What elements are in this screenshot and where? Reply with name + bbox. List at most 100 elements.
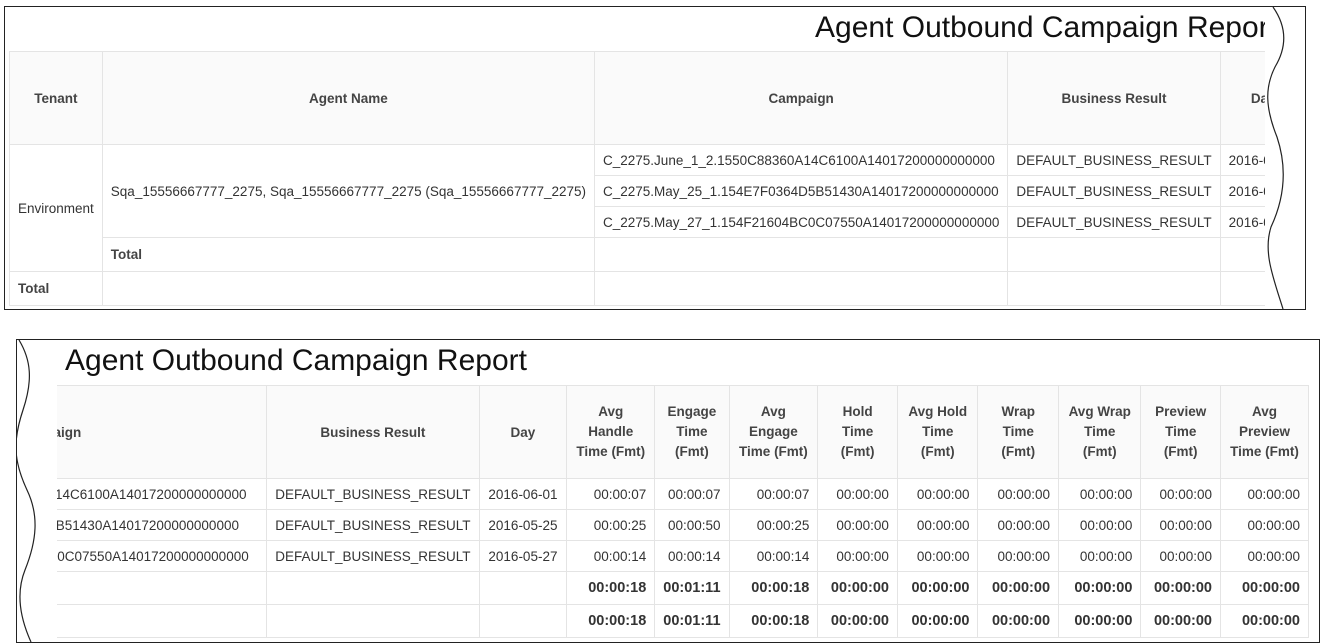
empty-cell <box>266 571 480 605</box>
report-panel-bottom: Agent Outbound Campaign Report Campaign … <box>16 339 1320 643</box>
hold-time-total-cell: 00:00:00 <box>817 571 898 605</box>
avg-handle-time-cell: 00:00:14 <box>566 540 656 572</box>
avg-hold-time-total-cell: 00:00:00 <box>896 571 979 605</box>
table-row: 3360A14C6100A14017200000000000 DEFAULT_BU… <box>17 478 1309 510</box>
engage-time-cell: 00:00:50 <box>654 509 730 541</box>
day-cell: 2016-05-27 <box>478 540 568 572</box>
empty-cell <box>266 604 480 638</box>
avg-engage-time-cell: 00:00:25 <box>728 509 819 541</box>
column-header-engage-time[interactable]: Engage Time (Fmt) <box>654 385 730 479</box>
avg-engage-time-total-cell: 00:00:18 <box>728 604 819 638</box>
avg-hold-time-total-cell: 00:00:00 <box>896 604 979 638</box>
table-row: Environment Sqa_15556667777_2275, Sqa_15… <box>9 144 1305 272</box>
column-header-avg-hold-time[interactable]: Avg Hold Time (Fmt) <box>896 385 979 479</box>
hold-time-cell: 00:00:00 <box>817 540 898 572</box>
report-table-top: Tenant Agent Name Campaign Business Resu… <box>9 51 1305 306</box>
engage-time-total-cell: 00:01:11 <box>654 571 730 605</box>
wrap-time-cell: 00:00:00 <box>977 540 1060 572</box>
avg-preview-time-cell: 00:00:00 <box>1220 478 1309 510</box>
hold-time-cell: 00:00:00 <box>817 478 898 510</box>
empty-cell <box>594 237 1009 272</box>
avg-handle-time-total-cell: 00:00:18 <box>566 571 656 605</box>
preview-time-cell: 00:00:00 <box>1140 540 1221 572</box>
empty-cell <box>1007 237 1221 272</box>
avg-preview-time-total-cell: 00:00:00 <box>1220 604 1309 638</box>
empty-cell <box>478 571 568 605</box>
avg-engage-time-cell: 00:00:07 <box>728 478 819 510</box>
column-header-tenant[interactable]: Tenant <box>9 51 103 145</box>
business-result-cell: DEFAULT_BUSINESS_RESULT <box>1007 206 1221 238</box>
table-row: 304BC0C07550A14017200000000000 DEFAULT_BU… <box>17 540 1309 572</box>
avg-wrap-time-total-cell: 00:00:00 <box>1058 604 1142 638</box>
subtotal-row: 00:00:18 00:01:11 00:00:18 00:00:00 00:00:00… <box>17 571 1309 605</box>
hold-time-cell: 00:00:00 <box>817 509 898 541</box>
total-row: Total <box>9 271 1305 306</box>
report-title: Agent Outbound Campaign Report <box>65 344 527 377</box>
report-table-bottom: Campaign Business Result Day Avg Handle … <box>17 385 1309 638</box>
avg-handle-time-total-cell: 00:00:18 <box>566 604 656 638</box>
tenant-cell: Environment <box>9 144 103 272</box>
wrap-time-cell: 00:00:00 <box>977 509 1060 541</box>
avg-hold-time-cell: 00:00:00 <box>896 478 979 510</box>
avg-engage-time-cell: 00:00:14 <box>728 540 819 572</box>
table-body: 3360A14C6100A14017200000000000 DEFAULT_BU… <box>17 478 1309 638</box>
empty-cell <box>478 604 568 638</box>
table-row: 364D5B51430A14017200000000000 DEFAULT_BUS… <box>17 509 1309 541</box>
campaign-cell: C_2275.May_27_1.154F21604BC0C07550A14017… <box>594 206 1009 238</box>
column-header-avg-engage-time[interactable]: Avg Engage Time (Fmt) <box>728 385 819 479</box>
total-row: 00:00:18 00:01:11 00:00:18 00:00:00 00:00:00… <box>17 604 1309 638</box>
empty-cell <box>1007 271 1221 306</box>
header-row: Tenant Agent Name Campaign Business Resu… <box>9 51 1305 145</box>
subtotal-row: Total <box>10 237 1305 272</box>
avg-preview-time-total-cell: 00:00:00 <box>1220 571 1309 605</box>
column-header-campaign[interactable]: Campaign <box>594 51 1009 145</box>
avg-engage-time-total-cell: 00:00:18 <box>728 571 819 605</box>
engage-time-cell: 00:00:07 <box>654 478 730 510</box>
empty-cell <box>101 271 596 306</box>
preview-time-total-cell: 00:00:00 <box>1140 604 1221 638</box>
business-result-cell: DEFAULT_BUSINESS_RESULT <box>1007 144 1221 176</box>
avg-preview-time-cell: 00:00:00 <box>1220 509 1309 541</box>
column-header-agent-name[interactable]: Agent Name <box>101 51 596 145</box>
avg-wrap-time-cell: 00:00:00 <box>1058 509 1142 541</box>
column-header-business-result[interactable]: Business Result <box>266 385 480 479</box>
engage-time-total-cell: 00:01:11 <box>654 604 730 638</box>
header-row: Campaign Business Result Day Avg Handle … <box>17 385 1309 479</box>
torn-edge-left <box>17 340 57 642</box>
day-cell: 2016-05-25 <box>478 509 568 541</box>
business-result-cell: DEFAULT_BUSINESS_RESULT <box>1007 175 1221 207</box>
wrap-time-total-cell: 00:00:00 <box>977 571 1060 605</box>
column-header-preview-time[interactable]: Preview Time (Fmt) <box>1140 385 1221 479</box>
agent-name-cell: Sqa_15556667777_2275, Sqa_15556667777_22… <box>101 144 596 238</box>
avg-preview-time-cell: 00:00:00 <box>1220 540 1309 572</box>
empty-cell <box>594 271 1009 306</box>
campaign-cell: C_2275.May_25_1.154E7F0364D5B51430A14017… <box>594 175 1009 207</box>
column-header-avg-handle-time[interactable]: Avg Handle Time (Fmt) <box>566 385 656 479</box>
subtotal-label: Total <box>101 237 596 272</box>
avg-handle-time-cell: 00:00:25 <box>566 509 656 541</box>
total-label: Total <box>9 271 103 306</box>
preview-time-cell: 00:00:00 <box>1140 478 1221 510</box>
day-cell: 2016-06-01 <box>478 478 568 510</box>
torn-edge-right <box>1265 7 1305 309</box>
avg-wrap-time-total-cell: 00:00:00 <box>1058 571 1142 605</box>
wrap-time-cell: 00:00:00 <box>977 478 1060 510</box>
engage-time-cell: 00:00:14 <box>654 540 730 572</box>
preview-time-cell: 00:00:00 <box>1140 509 1221 541</box>
column-header-avg-wrap-time[interactable]: Avg Wrap Time (Fmt) <box>1058 385 1142 479</box>
avg-handle-time-cell: 00:00:07 <box>566 478 656 510</box>
column-header-day[interactable]: Day <box>478 385 568 479</box>
column-header-hold-time[interactable]: Hold Time (Fmt) <box>817 385 898 479</box>
preview-time-total-cell: 00:00:00 <box>1140 571 1221 605</box>
business-result-cell: DEFAULT_BUSINESS_RESULT <box>266 509 480 541</box>
hold-time-total-cell: 00:00:00 <box>817 604 898 638</box>
avg-hold-time-cell: 00:00:00 <box>896 509 979 541</box>
report-panel-top: Agent Outbound Campaign Report Tenant Ag… <box>4 6 1306 310</box>
business-result-cell: DEFAULT_BUSINESS_RESULT <box>266 540 480 572</box>
business-result-cell: DEFAULT_BUSINESS_RESULT <box>266 478 480 510</box>
column-header-business-result[interactable]: Business Result <box>1007 51 1221 145</box>
avg-hold-time-cell: 00:00:00 <box>896 540 979 572</box>
avg-wrap-time-cell: 00:00:00 <box>1058 478 1142 510</box>
column-header-avg-preview-time[interactable]: Avg Preview Time (Fmt) <box>1220 385 1309 479</box>
column-header-wrap-time[interactable]: Wrap Time (Fmt) <box>977 385 1060 479</box>
